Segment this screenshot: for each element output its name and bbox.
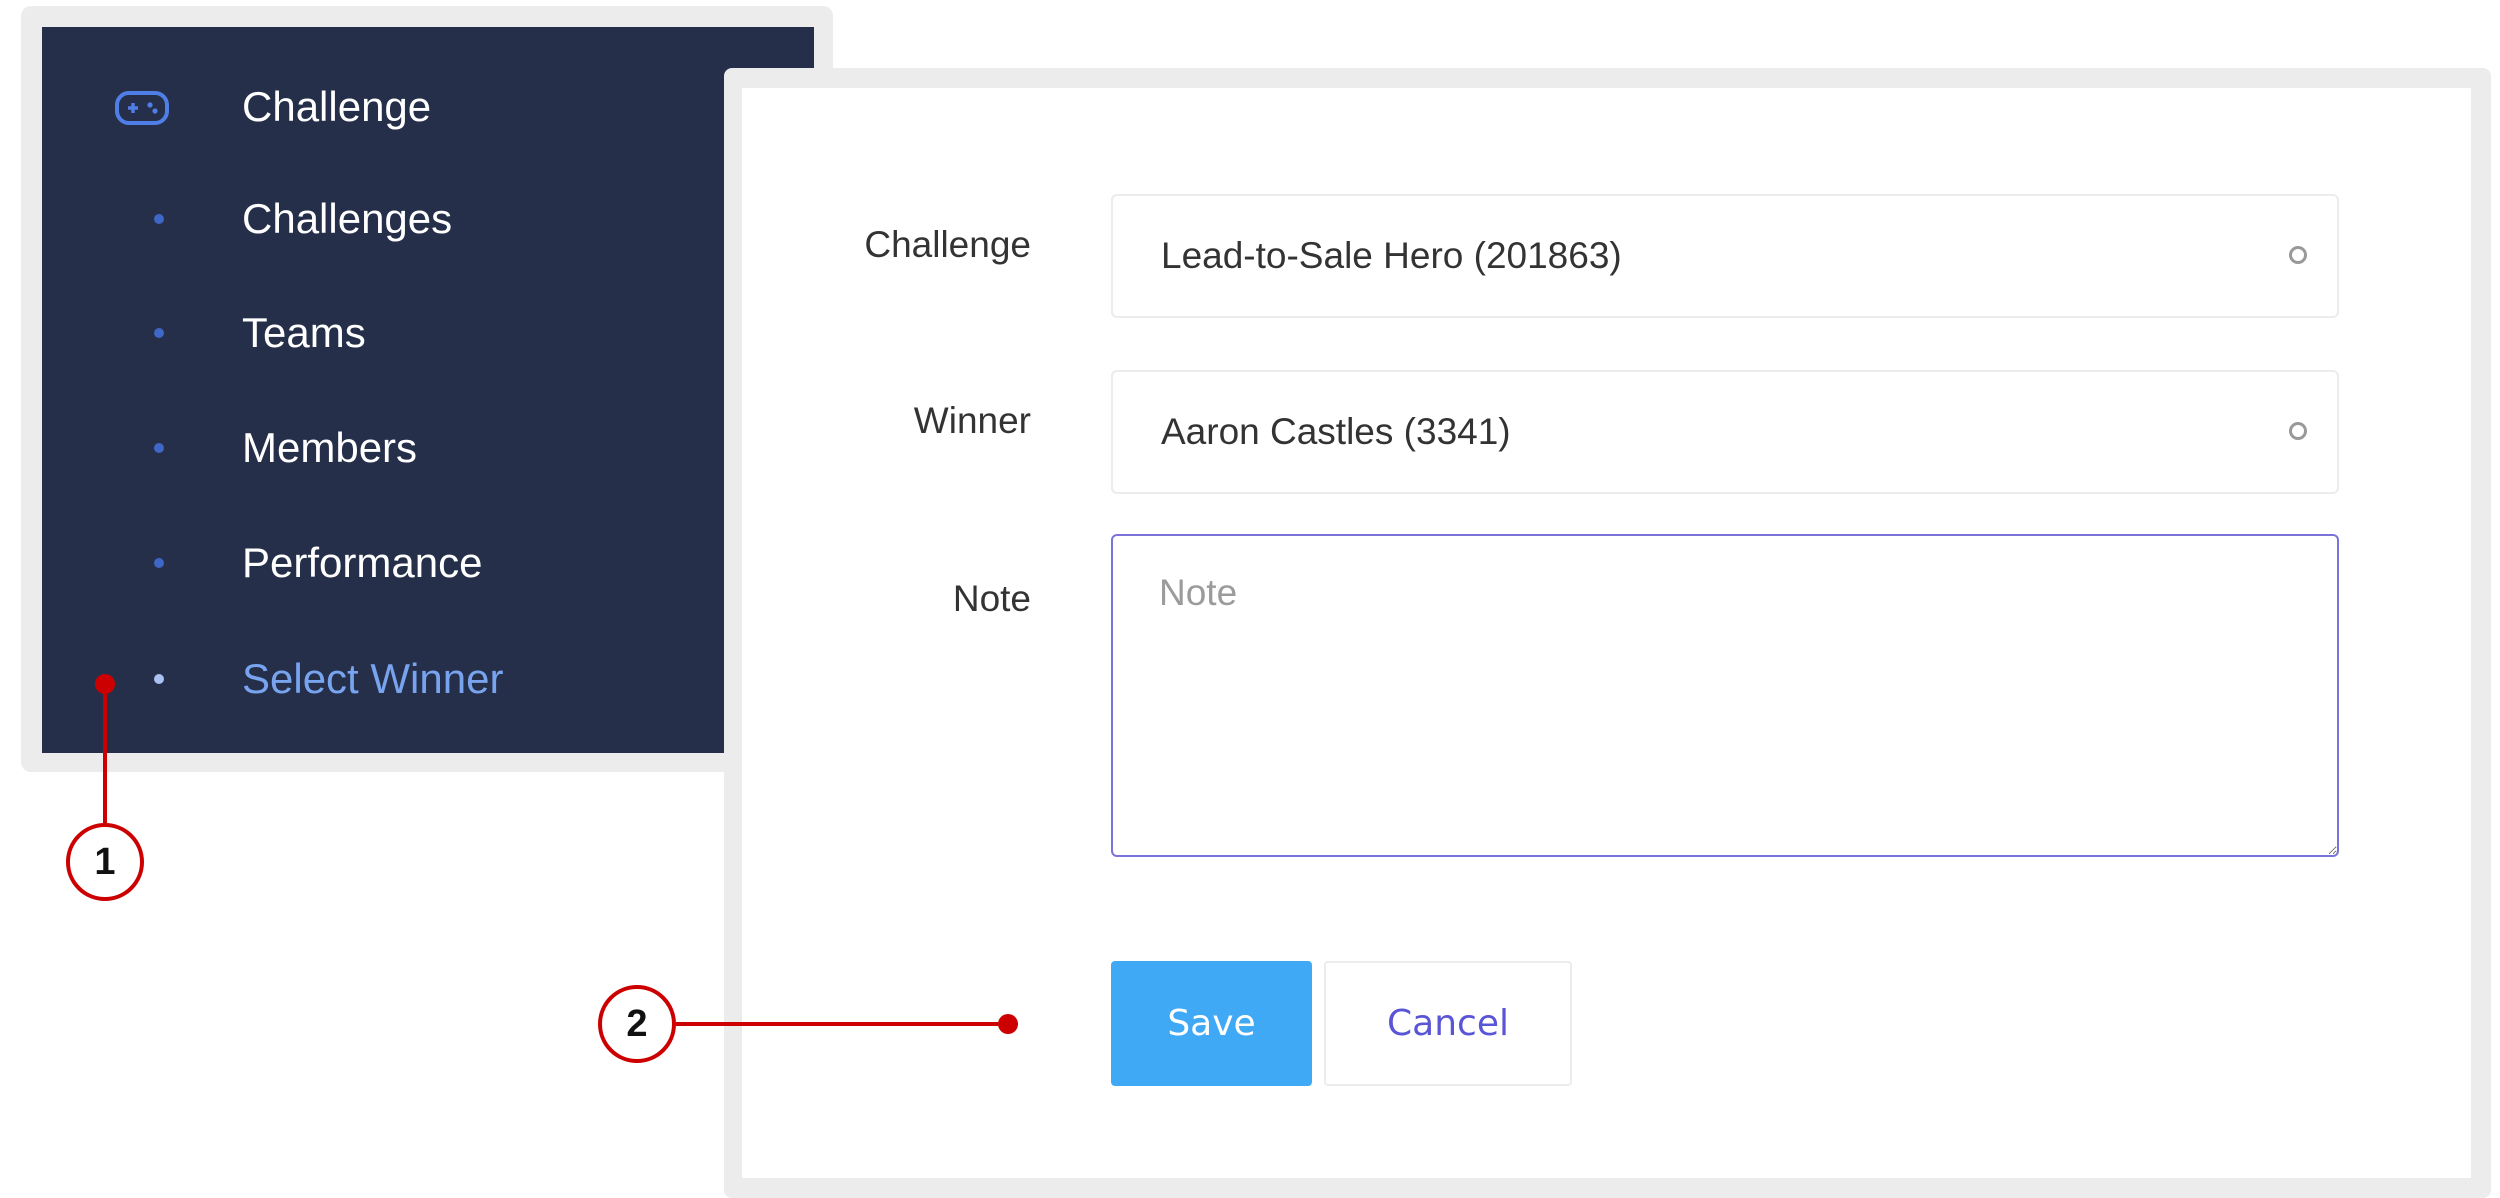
select-indicator-icon — [2289, 422, 2307, 440]
save-button[interactable]: Save — [1111, 961, 1312, 1086]
sidebar-item-label: Teams — [242, 309, 366, 356]
callout-2-anchor — [998, 1014, 1018, 1034]
gamepad-icon — [115, 91, 169, 125]
challenge-label: Challenge — [864, 224, 1031, 265]
sidebar-item-label: Challenges — [242, 195, 453, 242]
bullet-icon — [154, 674, 164, 684]
sidebar-header-challenge[interactable]: Challenge — [42, 67, 814, 147]
sidebar-item-challenges[interactable]: Challenges — [42, 179, 814, 259]
sidebar-item-label: Select Winner — [242, 655, 504, 702]
callout-1-line — [103, 684, 107, 823]
select-indicator-icon — [2289, 246, 2307, 264]
note-textarea[interactable] — [1111, 534, 2339, 857]
challenge-select[interactable]: Lead-to-Sale Hero (201863) — [1111, 194, 2339, 318]
challenge-select-value: Lead-to-Sale Hero (201863) — [1161, 235, 1622, 276]
sidebar-item-performance[interactable]: Performance — [42, 523, 814, 603]
cancel-button[interactable]: Cancel — [1324, 961, 1572, 1086]
bullet-icon — [154, 558, 164, 568]
callout-1-marker: 1 — [66, 823, 144, 901]
winner-select-value: Aaron Castles (3341) — [1161, 411, 1511, 452]
sidebar-header-label: Challenge — [242, 83, 432, 130]
sidebar-item-label: Performance — [242, 539, 483, 586]
note-label: Note — [952, 578, 1031, 619]
sidebar: Challenge Challenges Teams Members Perfo… — [42, 27, 814, 753]
callout-2-marker: 2 — [598, 985, 676, 1063]
bullet-icon — [154, 214, 164, 224]
sidebar-item-select-winner[interactable]: Select Winner — [42, 639, 814, 719]
sidebar-item-members[interactable]: Members — [42, 408, 814, 488]
bullet-icon — [154, 443, 164, 453]
winner-label: Winner — [913, 400, 1031, 441]
winner-select[interactable]: Aaron Castles (3341) — [1111, 370, 2339, 494]
callout-2-line — [676, 1022, 1011, 1026]
sidebar-item-label: Members — [242, 424, 418, 471]
sidebar-item-teams[interactable]: Teams — [42, 293, 814, 373]
bullet-icon — [154, 328, 164, 338]
